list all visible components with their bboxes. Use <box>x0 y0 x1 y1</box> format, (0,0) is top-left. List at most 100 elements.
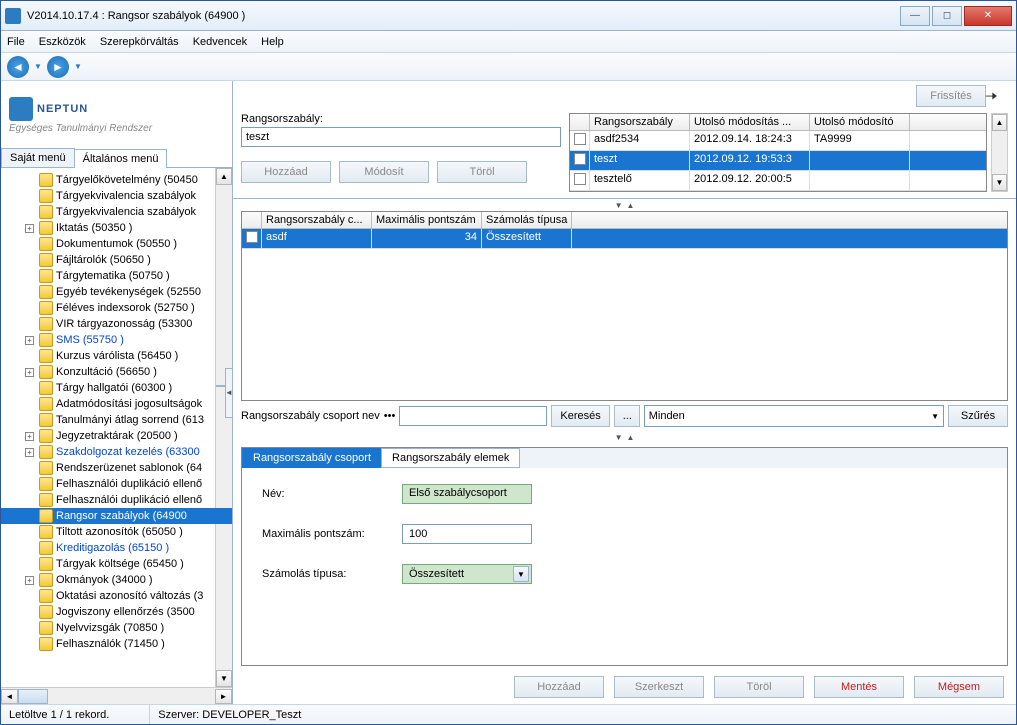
search-button[interactable]: Keresés <box>551 405 609 427</box>
filter-button[interactable]: Szűrés <box>948 405 1008 427</box>
search-input[interactable] <box>399 406 547 426</box>
tree-item[interactable]: Féléves indexsorok (52750 ) <box>1 300 232 316</box>
rules-grid-vscroll[interactable]: ▲ ▼ <box>991 113 1008 192</box>
scroll-left-icon[interactable]: ◄ <box>1 689 18 704</box>
expand-icon[interactable]: + <box>25 432 34 441</box>
tree-item[interactable]: Rendszerüzenet sablonok (64 <box>1 460 232 476</box>
hscroll-thumb[interactable] <box>18 689 48 704</box>
scroll-right-icon[interactable]: ► <box>215 689 232 704</box>
sidebar-collapse-handle[interactable]: ◄ <box>225 368 233 418</box>
close-button[interactable]: ✕ <box>964 6 1012 26</box>
tree-item[interactable]: Jogviszony ellenőrzés (3500 <box>1 604 232 620</box>
tree-item[interactable]: Tárgy hallgatói (60300 ) <box>1 380 232 396</box>
menu-help[interactable]: Help <box>261 36 284 48</box>
menu-file[interactable]: File <box>7 36 25 48</box>
tree-item[interactable]: Rangsor szabályok (64900 <box>1 508 232 524</box>
scroll-down-icon[interactable]: ▼ <box>992 174 1007 191</box>
column-header[interactable]: Utolsó módosító <box>810 114 910 130</box>
nav-forward-dropdown[interactable]: ▼ <box>73 62 83 72</box>
tree-item[interactable]: Tárgyekvivalencia szabályok <box>1 188 232 204</box>
expand-icon[interactable]: + <box>25 448 34 457</box>
cancel-button[interactable]: Mégsem <box>914 676 1004 698</box>
tree-item[interactable]: +SMS (55750 ) <box>1 332 232 348</box>
table-row[interactable]: tesztelő2012.09.12. 20:00:5 <box>570 171 986 191</box>
tree-item[interactable]: +Iktatás (50350 ) <box>1 220 232 236</box>
tree-item[interactable]: Dokumentumok (50550 ) <box>1 236 232 252</box>
browse-button[interactable]: ... <box>614 405 640 427</box>
expand-icon[interactable]: + <box>25 336 34 345</box>
nav-tree[interactable]: ▲ ▼ Tárgyelőkövetelmény (50450Tárgyekviv… <box>1 168 232 687</box>
expand-icon[interactable]: + <box>25 224 34 233</box>
column-header[interactable]: Számolás típusa <box>482 212 572 228</box>
rules-grid[interactable]: RangsorszabályUtolsó módosítás ...Utolsó… <box>569 113 987 192</box>
menu-tools[interactable]: Eszközök <box>39 36 86 48</box>
row-checkbox[interactable] <box>246 231 258 243</box>
rule-input[interactable] <box>241 127 561 147</box>
expand-icon[interactable]: + <box>25 368 34 377</box>
tab-elements[interactable]: Rangsorszabály elemek <box>381 448 520 468</box>
add-button[interactable]: Hozzáad <box>241 161 331 183</box>
detail-add-button[interactable]: Hozzáad <box>514 676 604 698</box>
tree-item[interactable]: Tárgyak költsége (65450 ) <box>1 556 232 572</box>
tree-item[interactable]: VIR tárgyazonosság (53300 <box>1 316 232 332</box>
detail-edit-button[interactable]: Szerkeszt <box>614 676 704 698</box>
column-header[interactable]: Maximális pontszám <box>372 212 482 228</box>
scroll-up-icon[interactable]: ▲ <box>992 114 1007 131</box>
menu-favorites[interactable]: Kedvencek <box>193 36 247 48</box>
tree-item[interactable]: Kreditigazolás (65150 ) <box>1 540 232 556</box>
delete-button[interactable]: Töröl <box>437 161 527 183</box>
tree-item[interactable]: Tiltott azonosítók (65050 ) <box>1 524 232 540</box>
filter-combo[interactable]: Minden▼ <box>644 405 944 427</box>
detail-delete-button[interactable]: Töröl <box>714 676 804 698</box>
tree-item[interactable]: Tanulmányi átlag sorrend (613 <box>1 412 232 428</box>
tree-item[interactable]: +Szakdolgozat kezelés (63300 <box>1 444 232 460</box>
tree-item[interactable]: Oktatási azonosító változás (3 <box>1 588 232 604</box>
save-button[interactable]: Mentés <box>814 676 904 698</box>
tree-item[interactable]: Tárgyekvivalencia szabályok <box>1 204 232 220</box>
scroll-down-icon[interactable]: ▼ <box>216 670 232 687</box>
tree-item[interactable]: +Konzultáció (56650 ) <box>1 364 232 380</box>
edit-button[interactable]: Módosít <box>339 161 429 183</box>
tree-item[interactable]: +Jegyzetraktárak (20500 ) <box>1 428 232 444</box>
row-checkbox[interactable] <box>574 153 586 165</box>
table-row[interactable]: asdf25342012.09.14. 18:24:3TA9999 <box>570 131 986 151</box>
column-header[interactable] <box>570 114 590 130</box>
splitter-mid[interactable]: ▼▲ <box>233 431 1016 443</box>
tree-item[interactable]: +Okmányok (34000 ) <box>1 572 232 588</box>
column-header[interactable]: Rangsorszabály <box>590 114 690 130</box>
menu-roleswitch[interactable]: Szerepkörváltás <box>100 36 179 48</box>
tab-group[interactable]: Rangsorszabály csoport <box>242 448 382 468</box>
tree-hscrollbar[interactable]: ◄ ► <box>1 687 232 704</box>
tree-item[interactable]: Tárgyelőkövetelmény (50450 <box>1 172 232 188</box>
tree-item[interactable]: Tárgytematika (50750 ) <box>1 268 232 284</box>
tree-item[interactable]: Felhasználói duplikáció ellenő <box>1 476 232 492</box>
column-header[interactable] <box>242 212 262 228</box>
table-row[interactable]: asdf34Összesített <box>242 229 1007 249</box>
calc-combo[interactable]: Összesített ▼ <box>402 564 532 584</box>
nav-forward-button[interactable]: ► <box>47 56 69 78</box>
splitter-top[interactable]: ▼▲ <box>233 199 1016 211</box>
tree-item[interactable]: Adatmódosítási jogosultságok <box>1 396 232 412</box>
nav-back-button[interactable]: ◄ <box>7 56 29 78</box>
nav-back-dropdown[interactable]: ▼ <box>33 62 43 72</box>
sidebar-tab-own[interactable]: Saját menü <box>1 148 75 167</box>
titlebar[interactable]: V2014.10.17.4 : Rangsor szabályok (64900… <box>1 1 1016 31</box>
groups-grid[interactable]: Rangsorszabály c...Maximális pontszámSzá… <box>241 211 1008 401</box>
maximize-button[interactable]: ◻ <box>932 6 962 26</box>
chevron-down-icon[interactable]: ▼ <box>513 566 529 582</box>
refresh-button[interactable]: Frissítés <box>916 85 986 107</box>
tree-item[interactable]: Kurzus várólista (56450 ) <box>1 348 232 364</box>
table-row[interactable]: teszt2012.09.12. 19:53:3 <box>570 151 986 171</box>
tree-item[interactable]: Felhasználói duplikáció ellenő <box>1 492 232 508</box>
maxpoints-input[interactable] <box>402 524 532 544</box>
minimize-button[interactable]: — <box>900 6 930 26</box>
row-checkbox[interactable] <box>574 173 586 185</box>
column-header[interactable]: Utolsó módosítás ... <box>690 114 810 130</box>
tree-item[interactable]: Egyéb tevékenységek (52550 <box>1 284 232 300</box>
tree-item[interactable]: Fájltárolók (50650 ) <box>1 252 232 268</box>
row-checkbox[interactable] <box>574 133 586 145</box>
column-header[interactable]: Rangsorszabály c... <box>262 212 372 228</box>
tree-item[interactable]: Felhasználók (71450 ) <box>1 636 232 652</box>
pin-icon[interactable] <box>984 89 998 103</box>
expand-icon[interactable]: + <box>25 576 34 585</box>
